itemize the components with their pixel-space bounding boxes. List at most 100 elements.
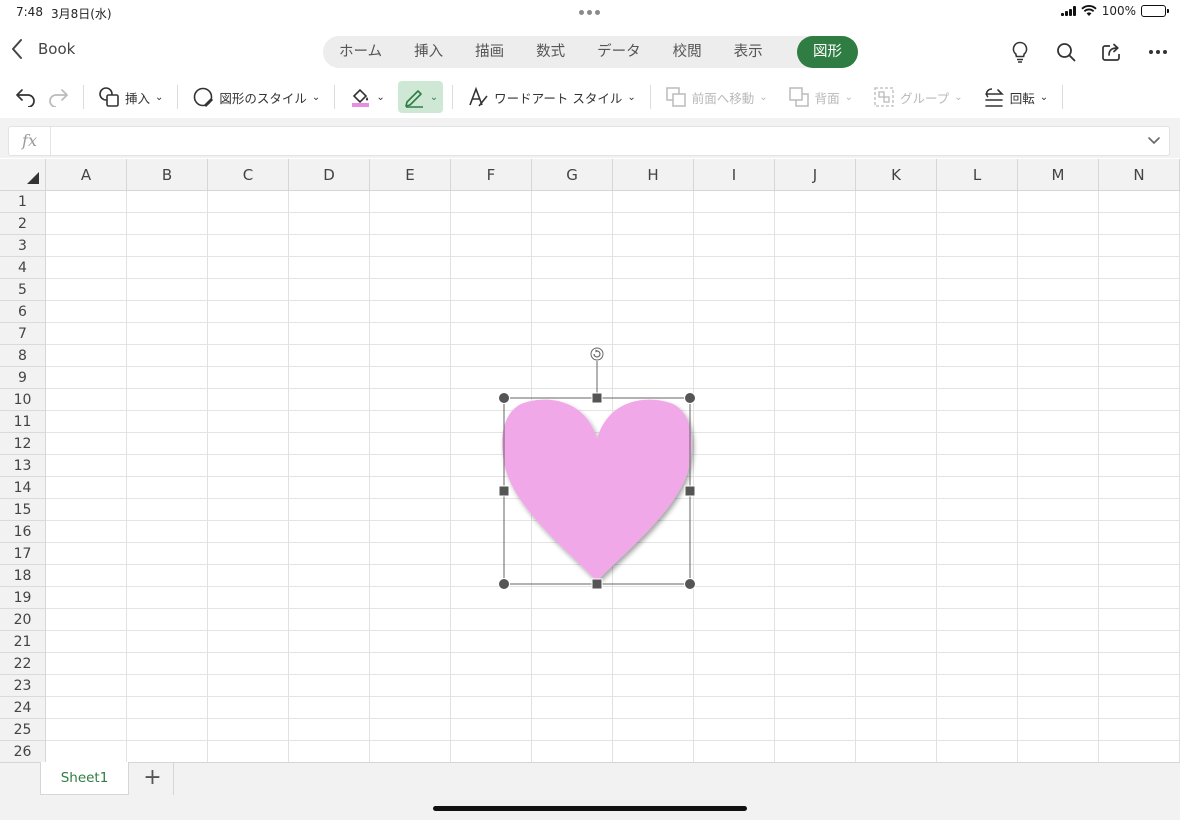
column-header[interactable]: M <box>1018 159 1099 191</box>
tab-draw[interactable]: 描画 <box>459 36 520 68</box>
row-header[interactable]: 16 <box>0 521 45 543</box>
heart-shape[interactable] <box>502 399 692 581</box>
row-header[interactable]: 8 <box>0 345 45 367</box>
row-header[interactable]: 9 <box>0 367 45 389</box>
tab-insert[interactable]: 挿入 <box>398 36 459 68</box>
row-header[interactable]: 6 <box>0 301 45 323</box>
multitasking-dots-icon[interactable] <box>579 10 600 15</box>
battery-charging-icon <box>1141 5 1169 17</box>
chevron-down-icon: ⌄ <box>429 91 439 103</box>
formula-input[interactable] <box>53 127 1133 155</box>
undo-button[interactable] <box>10 81 42 113</box>
sheet-tab-sheet1[interactable]: Sheet1 <box>40 762 129 795</box>
shape-fill-button[interactable]: ⌄ <box>344 81 389 113</box>
formula-bar-area: fx <box>0 118 1180 158</box>
row-header[interactable]: 19 <box>0 587 45 609</box>
battery-percent: 100% <box>1101 4 1136 18</box>
row-header[interactable]: 21 <box>0 631 45 653</box>
tab-review[interactable]: 校閲 <box>657 36 718 68</box>
row-header[interactable]: 2 <box>0 213 45 235</box>
resize-handle-top[interactable] <box>591 392 603 404</box>
bring-forward-button[interactable]: 前面へ移動 ⌄ <box>660 81 773 113</box>
column-header[interactable]: F <box>451 159 532 191</box>
column-header[interactable]: G <box>532 159 613 191</box>
app-header: Book ホーム 挿入 描画 数式 データ 校閲 表示 図形 <box>0 28 1180 76</box>
tab-formulas[interactable]: 数式 <box>520 36 581 68</box>
shapes-icon <box>99 87 119 107</box>
rotate-handle-icon[interactable] <box>590 347 604 361</box>
column-header[interactable]: H <box>613 159 694 191</box>
resize-handle-left[interactable] <box>498 485 510 497</box>
group-label: グループ <box>900 90 950 106</box>
resize-handle-right[interactable] <box>684 485 696 497</box>
row-header[interactable]: 1 <box>0 191 45 213</box>
shape-outline-button[interactable]: ⌄ <box>397 81 444 113</box>
undo-icon <box>16 89 35 107</box>
share-icon[interactable] <box>1100 40 1124 64</box>
select-all-corner[interactable] <box>0 159 46 191</box>
row-header[interactable]: 23 <box>0 675 45 697</box>
column-header[interactable]: N <box>1099 159 1180 191</box>
column-header[interactable]: K <box>856 159 937 191</box>
tab-view[interactable]: 表示 <box>718 36 779 68</box>
row-header[interactable]: 12 <box>0 433 45 455</box>
row-header[interactable]: 18 <box>0 565 45 587</box>
rotate-label: 回転 <box>1009 90 1035 106</box>
rotate-icon <box>984 88 1004 107</box>
row-header[interactable]: 7 <box>0 323 45 345</box>
row-header[interactable]: 10 <box>0 389 45 411</box>
row-header[interactable]: 5 <box>0 279 45 301</box>
toolbar-divider <box>334 85 336 109</box>
search-icon[interactable] <box>1054 40 1078 64</box>
row-header[interactable]: 15 <box>0 499 45 521</box>
redo-button[interactable] <box>42 81 74 113</box>
row-header[interactable]: 25 <box>0 719 45 741</box>
row-header[interactable]: 24 <box>0 697 45 719</box>
column-header[interactable]: D <box>289 159 370 191</box>
back-button[interactable]: Book <box>10 38 75 60</box>
tab-data[interactable]: データ <box>581 36 657 68</box>
column-header[interactable]: E <box>370 159 451 191</box>
column-header[interactable]: B <box>127 159 208 191</box>
insert-shape-button[interactable]: 挿入 ⌄ <box>93 81 168 113</box>
heart-shape-svg <box>498 347 696 590</box>
wordart-styles-button[interactable]: ワードアート スタイル ⌄ <box>462 81 641 113</box>
column-header[interactable]: C <box>208 159 289 191</box>
row-header[interactable]: 14 <box>0 477 45 499</box>
home-indicator[interactable] <box>433 806 747 811</box>
shape-styles-button[interactable]: 図形のスタイル ⌄ <box>187 81 325 113</box>
column-header[interactable]: J <box>775 159 856 191</box>
row-header[interactable]: 13 <box>0 455 45 477</box>
status-time: 7:48 <box>16 5 43 19</box>
resize-handle-top-left[interactable] <box>498 392 510 404</box>
row-header[interactable]: 20 <box>0 609 45 631</box>
ribbon-tabs: ホーム 挿入 描画 数式 データ 校閲 表示 図形 <box>323 36 858 68</box>
expand-chevron-icon[interactable] <box>1145 131 1163 149</box>
resize-handle-bottom[interactable] <box>591 578 603 590</box>
add-sheet-button[interactable]: + <box>132 763 174 795</box>
column-header[interactable]: L <box>937 159 1018 191</box>
send-backward-button[interactable]: 背面 ⌄ <box>783 81 858 113</box>
row-header[interactable]: 3 <box>0 235 45 257</box>
heart-shape-selection[interactable] <box>491 339 703 601</box>
tab-home[interactable]: ホーム <box>323 36 398 68</box>
resize-handle-top-right[interactable] <box>684 392 696 404</box>
resize-handle-bottom-right[interactable] <box>684 578 696 590</box>
toolbar-divider <box>83 85 84 109</box>
fx-icon[interactable]: fx <box>9 127 51 155</box>
more-options-icon[interactable] <box>1146 40 1170 64</box>
status-bar: 7:48 3月8日(水) 100% <box>0 0 1180 24</box>
row-header[interactable]: 17 <box>0 543 45 565</box>
row-headers: 1 2 3 4 5 6 7 8 9 10 11 12 13 14 15 16 17 18 19 20 21 22 23 24 2… <box>0 191 46 762</box>
rotate-button[interactable]: 回転 ⌄ <box>978 81 1053 113</box>
tab-shape[interactable]: 図形 <box>797 36 858 68</box>
lightbulb-icon[interactable] <box>1008 40 1032 64</box>
row-header[interactable]: 22 <box>0 653 45 675</box>
resize-handle-bottom-left[interactable] <box>498 578 510 590</box>
row-header[interactable]: 26 <box>0 741 45 762</box>
column-header[interactable]: A <box>46 159 127 191</box>
column-header[interactable]: I <box>694 159 775 191</box>
row-header[interactable]: 4 <box>0 257 45 279</box>
group-button[interactable]: グループ ⌄ <box>868 81 968 113</box>
row-header[interactable]: 11 <box>0 411 45 433</box>
